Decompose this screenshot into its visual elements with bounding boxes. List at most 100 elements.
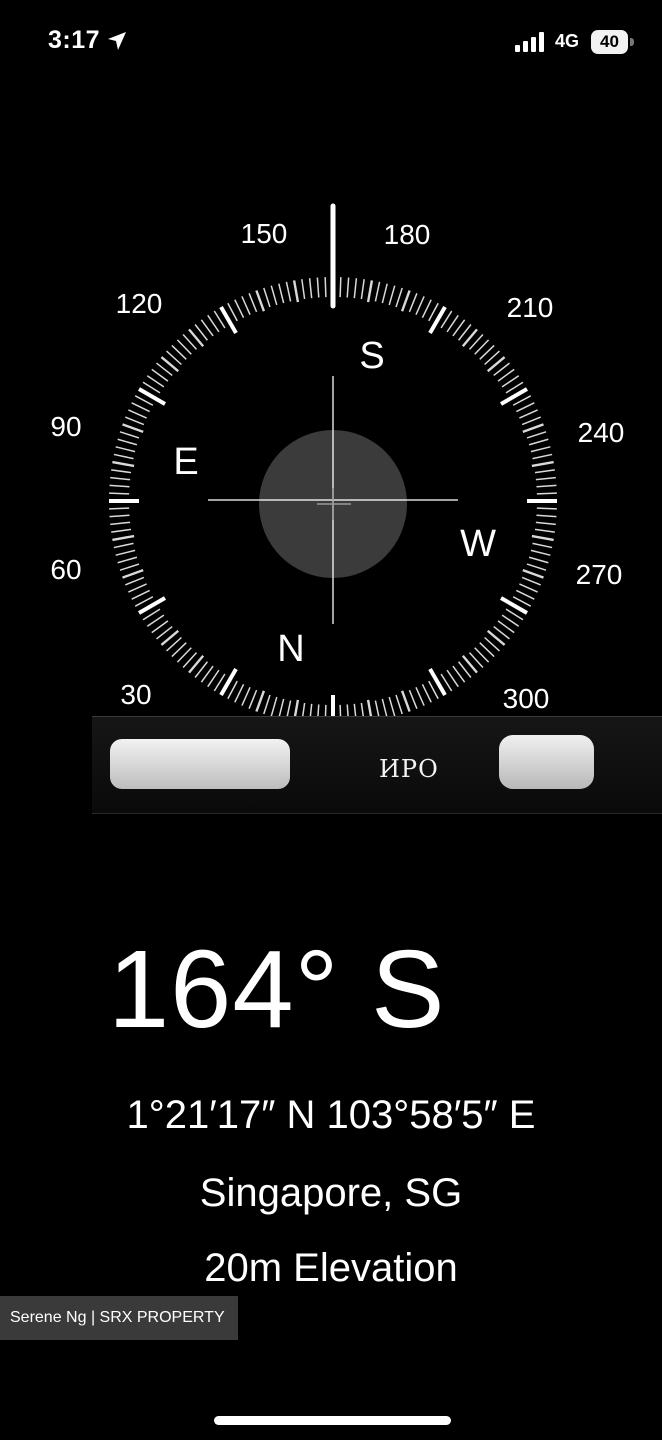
compass-tick bbox=[501, 375, 520, 388]
compass-tick bbox=[516, 402, 535, 413]
compass-tick bbox=[113, 453, 134, 460]
compass-tick bbox=[122, 423, 144, 434]
compass-tick bbox=[532, 542, 553, 549]
compass-tick bbox=[534, 469, 555, 474]
compass-tick bbox=[234, 299, 245, 318]
compass-tick bbox=[285, 281, 292, 302]
degree-label-270: 270 bbox=[576, 559, 623, 590]
compass-tick bbox=[131, 402, 150, 413]
coordinates[interactable]: 1°21′17″ N 103°58′5″ E bbox=[0, 1093, 662, 1138]
compass-tick bbox=[381, 283, 388, 304]
compass-tick bbox=[117, 556, 138, 564]
compass-tick bbox=[270, 285, 278, 306]
degree-label-180: 180 bbox=[384, 219, 431, 250]
right-control-button[interactable] bbox=[499, 735, 594, 789]
compass-tick bbox=[535, 521, 556, 526]
compass-tick bbox=[400, 290, 411, 312]
compass-tick bbox=[119, 563, 140, 571]
compass-tick bbox=[428, 668, 447, 696]
degree-label-90: 90 bbox=[50, 411, 81, 442]
control-strip: ИРО bbox=[92, 716, 662, 814]
compass-tick bbox=[112, 460, 135, 468]
compass-tick bbox=[519, 409, 538, 419]
compass-tick bbox=[530, 549, 551, 556]
left-control-button[interactable] bbox=[110, 739, 290, 789]
compass-tick bbox=[255, 290, 266, 312]
compass-tick bbox=[522, 568, 544, 579]
compass-tick bbox=[446, 314, 459, 333]
compass-tick bbox=[415, 687, 425, 706]
degree-label-150: 150 bbox=[241, 218, 288, 249]
compass-tick bbox=[400, 690, 411, 712]
cardinal-south: S bbox=[359, 335, 384, 377]
compass-tick bbox=[521, 576, 541, 586]
compass-tick bbox=[346, 277, 350, 298]
compass-dial-graphic: S E W N 150 180 120 210 90 240 60 270 30… bbox=[50, 203, 624, 725]
battery-tip bbox=[630, 38, 634, 46]
compass-tick bbox=[109, 507, 130, 510]
compass-tick bbox=[395, 287, 403, 308]
compass-tick bbox=[111, 469, 132, 474]
location-arrow-icon bbox=[108, 32, 126, 50]
compass-tick bbox=[219, 306, 238, 334]
compass-tick bbox=[446, 669, 459, 688]
compass-tick bbox=[388, 285, 396, 306]
control-label: ИРО bbox=[379, 755, 439, 783]
compass-tick bbox=[360, 279, 365, 300]
compass-tick bbox=[408, 689, 418, 709]
compass-tick bbox=[534, 528, 555, 533]
compass-tick bbox=[241, 687, 251, 706]
compass-tick bbox=[501, 614, 520, 627]
compass-tick bbox=[110, 476, 131, 481]
degree-label-300: 300 bbox=[503, 683, 550, 714]
compass-tick bbox=[122, 568, 144, 579]
compass-tick bbox=[536, 514, 557, 518]
compass-tick bbox=[324, 277, 327, 298]
compass-tick bbox=[146, 375, 165, 388]
watermark: Serene Ng | SRX PROPERTY bbox=[0, 1296, 238, 1340]
compass-tick bbox=[278, 283, 285, 304]
compass-tick bbox=[109, 514, 130, 518]
compass-tick bbox=[530, 446, 551, 453]
heading-readout: 164° S bbox=[108, 928, 446, 1051]
compass-tick bbox=[109, 484, 130, 488]
degree-label-30: 30 bbox=[120, 679, 151, 710]
degree-label-210: 210 bbox=[507, 292, 554, 323]
compass-tick bbox=[146, 614, 165, 627]
compass-tick bbox=[263, 287, 271, 308]
network-type: 4G bbox=[555, 31, 580, 51]
compass-tick bbox=[125, 576, 145, 586]
compass-tick bbox=[526, 563, 547, 571]
battery-level: 40 bbox=[591, 30, 628, 54]
compass-dial[interactable]: S E W N 150 180 120 210 90 240 60 270 30… bbox=[0, 180, 662, 740]
compass-tick bbox=[421, 299, 432, 318]
compass-tick bbox=[536, 507, 557, 510]
compass-tick bbox=[521, 416, 541, 426]
compass-tick bbox=[366, 280, 374, 303]
compass-tick bbox=[522, 423, 544, 434]
compass-tick bbox=[532, 453, 553, 460]
compass-tick bbox=[316, 277, 320, 298]
home-indicator[interactable] bbox=[214, 1416, 451, 1425]
compass-tick bbox=[353, 278, 358, 299]
compass-tick bbox=[112, 534, 135, 542]
compass-tick bbox=[207, 669, 220, 688]
compass-tick bbox=[536, 484, 557, 488]
cardinal-east: E bbox=[173, 441, 198, 483]
degree-label-120: 120 bbox=[116, 288, 163, 319]
compass-tick bbox=[270, 696, 278, 717]
status-bar: 3:17 4G 40 bbox=[0, 0, 662, 88]
compass-tick bbox=[138, 387, 166, 406]
compass-tick bbox=[519, 583, 538, 593]
location-name: Singapore, SG bbox=[199, 1171, 463, 1215]
compass-tick bbox=[248, 293, 258, 313]
compass-tick bbox=[536, 492, 557, 495]
compass-tick bbox=[339, 277, 342, 298]
compass-tick bbox=[115, 549, 136, 556]
degree-label-60: 60 bbox=[50, 554, 81, 585]
compass-tick bbox=[531, 534, 554, 542]
cardinal-north: N bbox=[277, 628, 304, 670]
elevation: 20m Elevation bbox=[204, 1246, 458, 1290]
compass-tick bbox=[388, 696, 396, 717]
compass-tick bbox=[207, 314, 220, 333]
